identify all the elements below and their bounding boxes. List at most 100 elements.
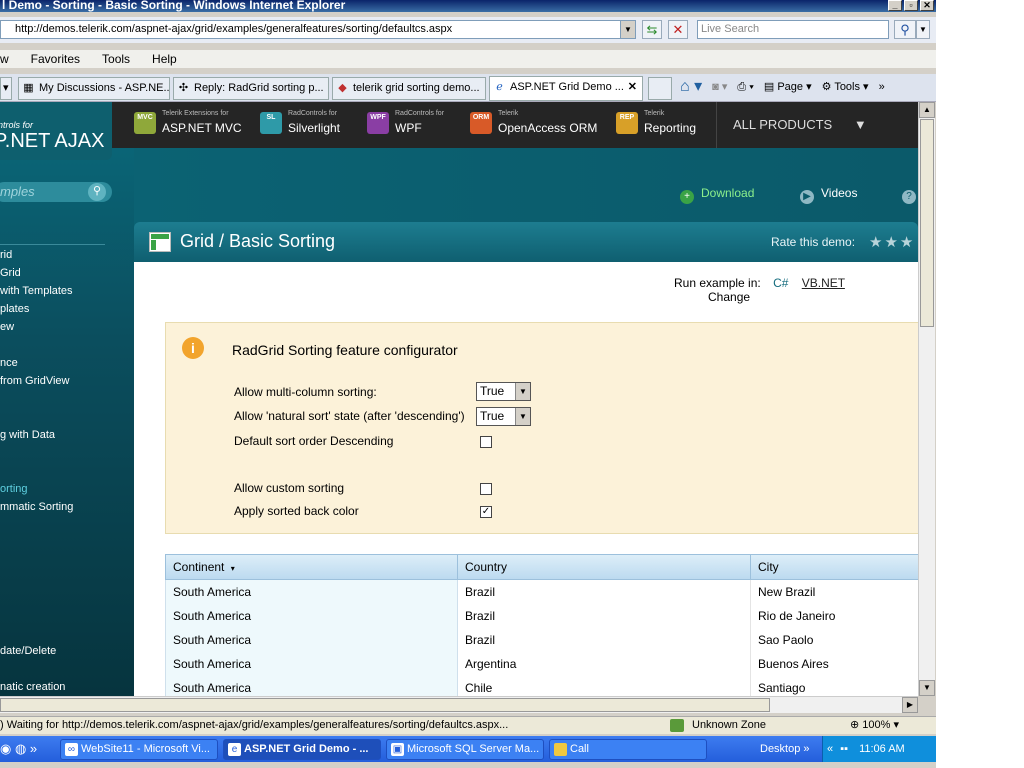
desktop-toolbar[interactable]: Desktop » (760, 736, 810, 762)
quicklaunch-icons[interactable]: ◉ ◍ » (0, 741, 37, 757)
sidebar-divider (0, 244, 105, 245)
column-header-city[interactable]: City (751, 555, 918, 580)
table-row[interactable]: South America Brazil Sao Paolo (165, 628, 918, 652)
feeds-icon[interactable]: ◙ ▾ (712, 74, 727, 100)
tab-telerik-search[interactable]: ◆ telerik grid sorting demo... (332, 77, 486, 100)
sidebar-item[interactable]: natic creation (0, 678, 134, 696)
clock[interactable]: 11:06 AM (859, 743, 905, 755)
close-window-button[interactable]: ✕ (920, 0, 934, 11)
window-title: l Demo - Sorting - Basic Sorting - Windo… (2, 0, 346, 12)
chevron-right-icon[interactable]: » (879, 74, 885, 100)
natural-sort-label: Allow 'natural sort' state (after 'desce… (234, 409, 465, 423)
table-row[interactable]: South America Argentina Buenos Aires (165, 652, 918, 676)
scroll-thumb[interactable] (920, 119, 934, 327)
visual-studio-icon: ∞ (65, 743, 78, 756)
scroll-down-icon[interactable]: ▼ (919, 680, 935, 696)
all-products-menu[interactable]: ALL PRODUCTS ▼ (716, 102, 918, 148)
close-tab-icon[interactable]: ✕ (628, 77, 637, 98)
chevron-down-icon: ▼ (515, 383, 530, 400)
table-row[interactable]: South America Brazil New Brazil (165, 580, 918, 604)
rating-stars[interactable]: ★★★ (869, 233, 915, 251)
menu-tools[interactable]: Tools (91, 50, 141, 68)
scroll-right-icon[interactable]: ▶ (902, 697, 918, 713)
menu-view[interactable]: w (0, 50, 20, 68)
sidebar-item[interactable]: nce (0, 354, 134, 372)
new-tab-button[interactable] (648, 77, 672, 100)
data-grid: Continent ▾ Country City South America Br… (165, 554, 918, 696)
address-input[interactable]: http://demos.telerik.com/aspnet-ajax/gri… (0, 20, 636, 39)
search-icon[interactable]: ⚲ (88, 183, 106, 201)
table-cell: Argentina (458, 652, 751, 676)
taskbar-ie-grid-demo[interactable]: e ASP.NET Grid Demo - ... (223, 739, 381, 760)
tab-my-discussions[interactable]: ▦ My Discussions - ASP.NE... (18, 77, 170, 100)
videos-link[interactable]: ▶ Videos (800, 186, 857, 204)
aspnet-ajax-logo[interactable]: ntrols for P.NET AJAX (0, 102, 112, 160)
sidebar-item[interactable]: plates (0, 300, 134, 318)
search-icon[interactable]: ⚲ (894, 20, 916, 39)
vertical-scrollbar[interactable]: ▲ ▼ (918, 102, 935, 696)
refresh-icon[interactable]: ⇆ (642, 20, 662, 39)
sql-server-icon: ▣ (391, 743, 404, 756)
column-header-country[interactable]: Country (458, 555, 751, 580)
sidebar-item[interactable]: mmatic Sorting (0, 498, 134, 516)
taskbar-call-folder[interactable]: Call (549, 739, 707, 760)
table-cell: South America (166, 580, 458, 604)
search-examples-input[interactable]: mples ⚲ (0, 182, 112, 202)
address-dropdown-icon[interactable]: ▼ (620, 20, 636, 39)
tab-list-icon[interactable]: ▾ (0, 77, 12, 100)
tray-expand-icon[interactable]: « (827, 743, 833, 755)
mvc-icon: MVC (134, 112, 156, 134)
sidebar-item (0, 444, 134, 462)
stop-icon[interactable]: ✕ (668, 20, 688, 39)
sidebar-item[interactable]: from GridView (0, 372, 134, 390)
sidebar-item[interactable]: Grid (0, 264, 134, 282)
taskbar: ◉ ◍ » ∞ WebSite11 - Microsoft Vi... e AS… (0, 736, 936, 762)
silverlight-icon: SL (260, 112, 282, 134)
custom-sorting-checkbox[interactable] (480, 483, 492, 495)
vbnet-link[interactable]: VB.NET (802, 276, 845, 290)
sidebar-item[interactable]: rid (0, 246, 134, 264)
minimize-button[interactable]: _ (888, 0, 902, 11)
scroll-up-icon[interactable]: ▲ (919, 102, 935, 118)
change-link[interactable]: Change (708, 290, 750, 304)
hscroll-thumb[interactable] (0, 698, 770, 712)
search-options-icon[interactable]: ▼ (916, 20, 930, 39)
sidebar-item (0, 534, 134, 552)
help-link[interactable]: ? (902, 186, 918, 204)
sidebar-item[interactable]: with Templates (0, 282, 134, 300)
menu-help[interactable]: Help (141, 50, 188, 68)
sidebar-item[interactable]: ew (0, 318, 134, 336)
tab-reply-radgrid[interactable]: ✣ Reply: RadGrid sorting p... (173, 77, 329, 100)
table-cell: Chile (458, 676, 751, 696)
table-row[interactable]: South America Chile Santiago (165, 676, 918, 696)
sidebar-item[interactable]: orting (0, 480, 134, 498)
network-icon[interactable]: ▪▪ (840, 743, 848, 755)
taskbar-visual-studio[interactable]: ∞ WebSite11 - Microsoft Vi... (60, 739, 218, 760)
table-cell: Brazil (458, 628, 751, 652)
download-link[interactable]: + Download (680, 186, 754, 204)
column-header-continent[interactable]: Continent ▾ (166, 555, 458, 580)
default-descending-checkbox[interactable] (480, 436, 492, 448)
restore-button[interactable]: ▫ (904, 0, 918, 11)
table-row[interactable]: South America Brazil Rio de Janeiro (165, 604, 918, 628)
taskbar-sql-server[interactable]: ▣ Microsoft SQL Server Ma... (386, 739, 544, 760)
configurator-title: RadGrid Sorting feature configurator (232, 342, 458, 358)
multi-column-select[interactable]: True ▼ (476, 382, 531, 401)
horizontal-scrollbar[interactable]: ▶ (0, 696, 918, 713)
tools-menu[interactable]: ⚙ Tools ▾ (822, 74, 869, 100)
tab-aspnet-grid-demo[interactable]: ℯ ASP.NET Grid Demo ... ✕ (489, 76, 643, 101)
live-search-input[interactable]: Live Search (697, 20, 889, 39)
sidebar-item[interactable]: g with Data (0, 426, 134, 444)
sorted-back-color-checkbox[interactable]: ✓ (480, 506, 492, 518)
status-bar: ) Waiting for http://demos.telerik.com/a… (0, 716, 936, 734)
print-icon[interactable]: ⎙ ▾ (737, 74, 753, 100)
home-icon[interactable]: ⌂ ▾ (680, 74, 702, 100)
zoom-control[interactable]: ⊕ 100% ▾ (850, 717, 899, 734)
page-menu[interactable]: ▤ Page ▾ (764, 74, 812, 100)
cs-link[interactable]: C# (773, 276, 788, 290)
sidebar-item (0, 390, 134, 408)
menu-favorites[interactable]: Favorites (20, 50, 91, 68)
natural-sort-select[interactable]: True ▼ (476, 407, 531, 426)
menu-bar: w Favorites Tools Help (0, 50, 936, 68)
sidebar-item[interactable]: date/Delete (0, 642, 134, 660)
